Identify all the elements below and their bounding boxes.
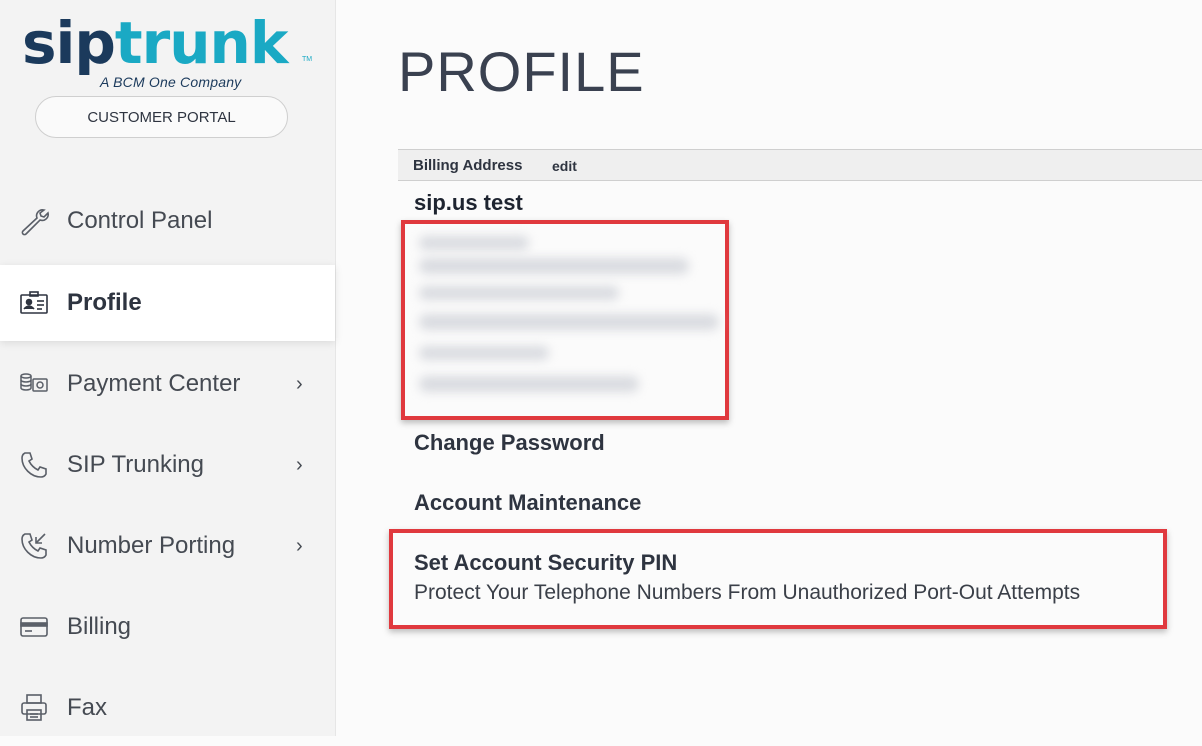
sidebar-item-fax[interactable]: Fax — [0, 670, 335, 746]
sidebar-item-label: Number Porting — [67, 532, 236, 559]
sidebar-item-sip-trunking[interactable]: SIP Trunking › — [0, 427, 335, 503]
logo-sip-text: sip — [22, 9, 116, 77]
security-pin-link[interactable]: Set Account Security PIN — [414, 550, 677, 576]
logo-wordmark: siptrunk — [22, 8, 288, 78]
sidebar-item-payment-center[interactable]: Payment Center › — [0, 346, 335, 422]
security-pin-description: Protect Your Telephone Numbers From Unau… — [414, 581, 1081, 604]
billing-address-title: Billing Address — [413, 157, 523, 174]
sidebar-item-control-panel[interactable]: Control Panel — [0, 183, 335, 259]
sidebar: siptrunk TM A BCM One Company CUSTOMER P… — [0, 0, 336, 736]
change-password-link[interactable]: Change Password — [414, 430, 605, 456]
sidebar-item-label: Payment Center — [67, 370, 241, 397]
wrench-icon — [18, 205, 50, 237]
sidebar-item-label: Fax — [67, 694, 108, 721]
sidebar-item-label: Control Panel — [67, 207, 213, 234]
phone-icon — [18, 449, 50, 481]
billing-edit-link[interactable]: edit — [552, 158, 577, 174]
phone-incoming-icon — [18, 530, 50, 562]
redacted-address-block — [401, 220, 729, 420]
chevron-right-icon[interactable]: › — [296, 535, 303, 558]
logo-tagline: A BCM One Company — [100, 74, 242, 90]
credit-card-icon — [18, 611, 50, 643]
account-name: sip.us test — [414, 190, 523, 215]
id-card-icon — [18, 287, 50, 319]
security-pin-highlight — [389, 529, 1167, 629]
sidebar-item-label: Profile — [67, 289, 142, 316]
blurred-text — [419, 236, 529, 250]
chevron-right-icon[interactable]: › — [296, 373, 303, 396]
blurred-text — [419, 314, 719, 330]
account-maintenance-link[interactable]: Account Maintenance — [414, 490, 641, 516]
coins-icon — [18, 368, 50, 400]
page-title: PROFILE — [398, 40, 645, 103]
logo-trunk-text: trunk — [114, 9, 288, 77]
siptrunk-logo[interactable]: siptrunk TM A BCM One Company — [22, 9, 313, 94]
blurred-text — [419, 286, 619, 300]
sidebar-item-label: Billing — [67, 613, 132, 640]
fax-icon — [18, 692, 50, 724]
sidebar-item-label: SIP Trunking — [67, 451, 204, 478]
sidebar-item-profile[interactable]: Profile — [0, 265, 335, 341]
billing-address-header: Billing Address edit — [398, 149, 1202, 181]
sidebar-item-billing[interactable]: Billing — [0, 589, 335, 665]
sidebar-item-number-porting[interactable]: Number Porting › — [0, 508, 335, 584]
blurred-text — [419, 258, 689, 274]
blurred-text — [419, 376, 639, 392]
logo-trademark: TM — [302, 56, 313, 63]
customer-portal-button[interactable]: CUSTOMER PORTAL — [35, 96, 288, 138]
blurred-text — [419, 346, 549, 360]
chevron-right-icon[interactable]: › — [296, 454, 303, 477]
